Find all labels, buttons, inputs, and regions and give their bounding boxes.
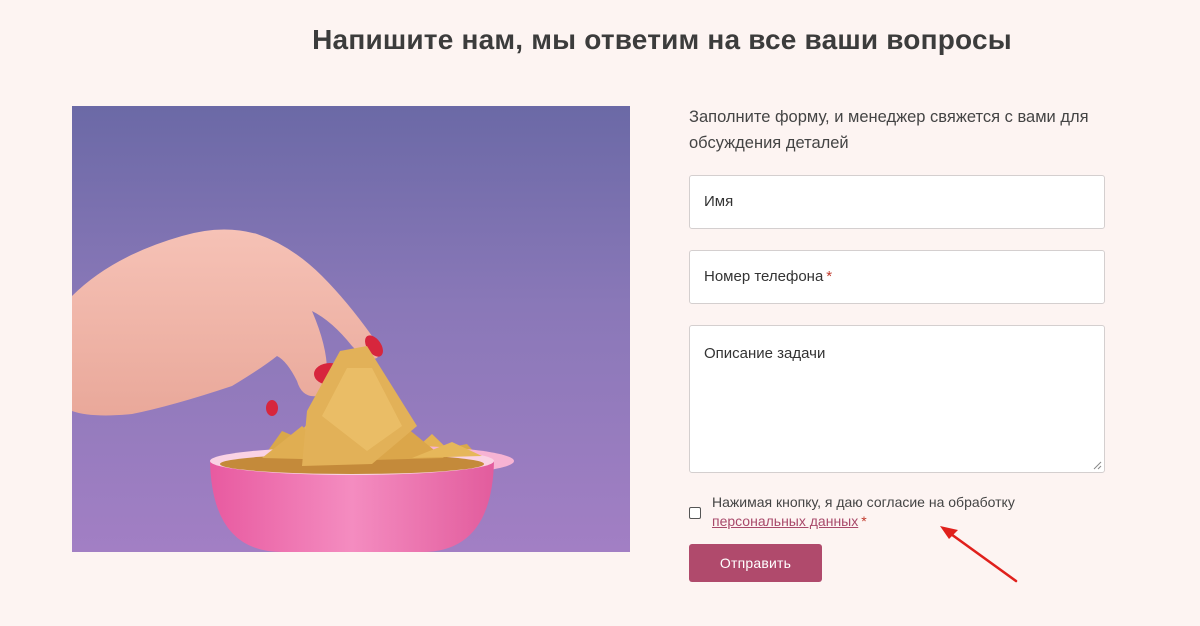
contact-form: Заполните форму, и менеджер свяжется с в… bbox=[689, 104, 1105, 582]
form-intro: Заполните форму, и менеджер свяжется с в… bbox=[689, 108, 1089, 152]
consent-checkbox[interactable] bbox=[689, 507, 701, 519]
privacy-link[interactable]: персональных данных bbox=[712, 513, 858, 529]
hero-photo bbox=[72, 106, 630, 552]
page-title: Напишите нам, мы ответим на все ваши воп… bbox=[312, 24, 1012, 55]
task-description-field[interactable]: Описание задачи bbox=[689, 325, 1105, 473]
consent-required-mark: * bbox=[861, 513, 867, 529]
task-placeholder: Описание задачи bbox=[704, 345, 826, 362]
consent-text: Нажимая кнопку, я даю согласие на обрабо… bbox=[712, 494, 1015, 510]
submit-button[interactable]: Отправить bbox=[689, 544, 822, 582]
name-placeholder: Имя bbox=[704, 193, 734, 210]
chips-bowl-illustration bbox=[72, 229, 514, 552]
red-arrow-icon bbox=[940, 526, 1018, 583]
phone-placeholder: Номер телефона bbox=[704, 268, 824, 285]
resize-grip-icon[interactable] bbox=[1093, 461, 1102, 470]
name-field[interactable]: Имя bbox=[689, 175, 1105, 229]
required-mark: * bbox=[826, 268, 833, 285]
phone-field[interactable]: Номер телефона * bbox=[689, 250, 1105, 304]
consent-label: Нажимая кнопку, я даю согласие на обрабо… bbox=[712, 493, 1092, 531]
